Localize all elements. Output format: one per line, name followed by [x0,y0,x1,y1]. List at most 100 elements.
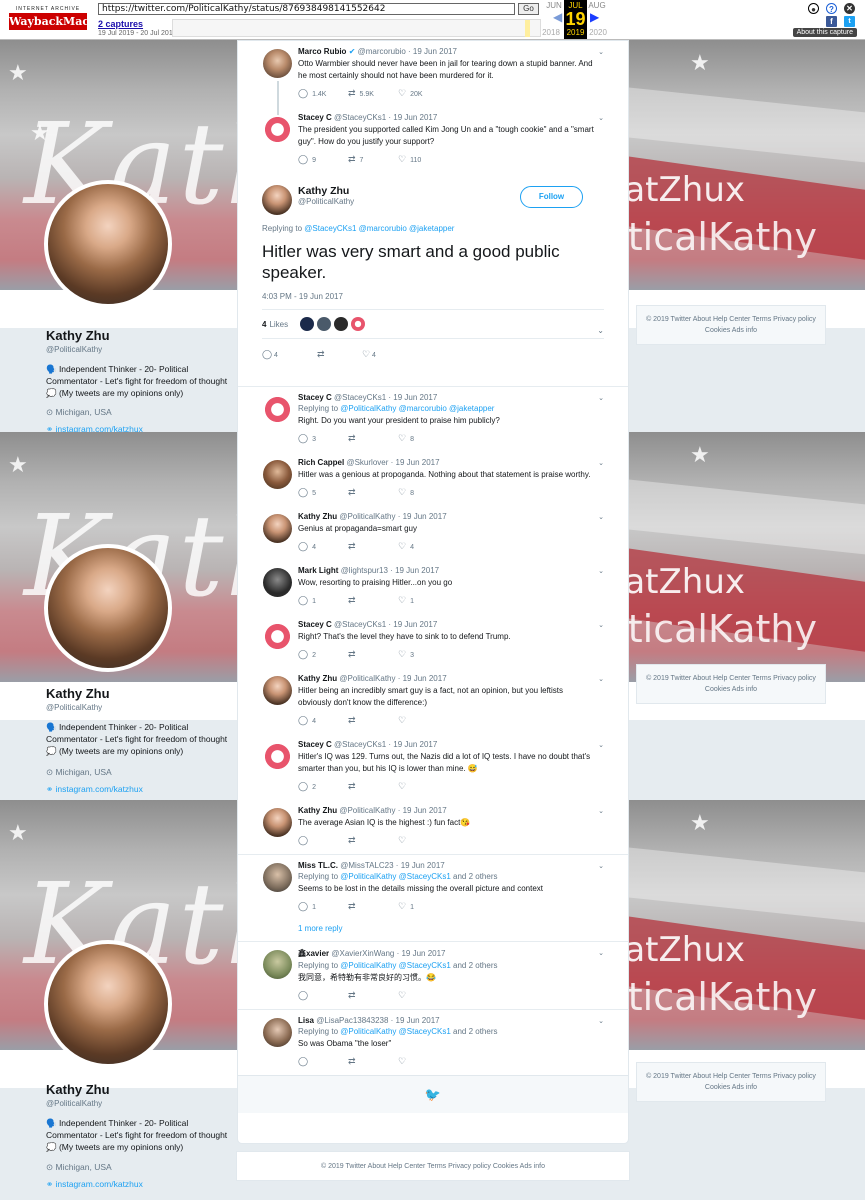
liker-avatar[interactable] [334,317,349,331]
reply-button[interactable]: ◯ [298,1056,348,1067]
capture-sparkline[interactable] [172,19,541,37]
like-button[interactable]: ♡ 8 [398,487,448,498]
twitter-icon[interactable]: t [844,16,855,27]
like-button[interactable]: ♡ [398,781,448,792]
next-arrow-icon[interactable]: ▶ [590,10,599,24]
tweet-handle[interactable]: @StaceyCKs1 [334,113,386,122]
tweet-date[interactable]: 19 Jun 2017 [396,1016,440,1025]
like-button[interactable]: ♡ 1 [398,595,448,606]
reply-tweet[interactable]: Rich Cappel @Skurlover · 19 Jun 2017 ⌄ Hit… [238,452,628,506]
chevron-down-icon[interactable]: ⌄ [598,741,604,749]
chevron-down-icon[interactable]: ⌄ [598,807,604,815]
tweet-author[interactable]: Kathy Zhu [298,512,337,521]
reply-button[interactable]: ◯ 4 [262,349,317,360]
replying-to-users[interactable]: @StaceyCKs1 @marcorubio @jaketapper [304,224,454,233]
tweet-handle[interactable]: @StaceyCKs1 [334,740,386,749]
retweet-button[interactable]: ⇄ [348,541,398,552]
reply-tweet[interactable]: Stacey C @StaceyCKs1 · 19 Jun 2017 ⌄ Right… [238,614,628,668]
tweet-date[interactable]: 19 Jun 2017 [393,113,437,122]
reply-tweet[interactable]: Stacey C @StaceyCKs1 · 19 Jun 2017 ⌄ Reply… [238,387,628,452]
tweet-author[interactable]: Stacey C [298,393,332,402]
retweet-button[interactable]: ⇄ [348,781,398,792]
tweet-author[interactable]: Stacey C [298,740,332,749]
help-icon[interactable]: ? [826,3,837,14]
tweet-handle[interactable]: @MissTALC23 [340,861,393,870]
tweet-handle[interactable]: @LisaPac13843238 [316,1016,388,1025]
reply-tweet[interactable]: Kathy Zhu @PoliticalKathy · 19 Jun 2017 ⌄… [238,668,628,734]
tweet-handle[interactable]: @PoliticalKathy [339,512,395,521]
likes-label[interactable]: Likes [269,320,288,329]
chevron-down-icon[interactable]: ⌄ [597,326,604,335]
like-button[interactable]: ♡ 1 [398,901,448,912]
profile-handle[interactable]: @PoliticalKathy [46,703,102,712]
retweet-button[interactable]: ⇄ [348,649,398,660]
like-button[interactable]: ♡ [398,715,448,726]
reply-button[interactable]: ◯ 1 [298,901,348,912]
tweet-author[interactable]: Rich Cappel [298,458,344,467]
profile-link-text[interactable]: instagram.com/katzhux [55,784,142,794]
avatar[interactable] [263,395,292,424]
profile-handle[interactable]: @PoliticalKathy [46,345,102,354]
liker-avatar[interactable] [351,317,366,331]
facebook-icon[interactable]: f [826,16,837,27]
reply-tweet[interactable]: Mark Light @lightspur13 · 19 Jun 2017 ⌄ Wo… [238,560,628,614]
avatar[interactable] [263,863,292,892]
retweet-button[interactable]: ⇄ [348,1056,398,1067]
retweet-button[interactable]: ⇄ [317,349,362,360]
tweet-date[interactable]: 19 Jun 2017 [401,861,445,870]
profile-avatar[interactable] [44,940,172,1068]
tweet-handle[interactable]: @Skurlover [346,458,388,467]
reply-tweet[interactable]: 鑫xavier @XavierXinWang · 19 Jun 2017 ⌄ Rep… [238,942,628,1009]
liker-avatar[interactable] [300,317,315,331]
reply-button[interactable]: ◯ [298,835,348,846]
reply-tweet[interactable]: Miss TL.C. @MissTALC23 · 19 Jun 2017 ⌄ Rep… [238,855,628,920]
avatar[interactable] [263,568,292,597]
url-input[interactable]: https://twitter.com/PoliticalKathy/statu… [98,3,515,15]
tweet-date[interactable]: 19 Jun 2017 [393,740,437,749]
tweet-date[interactable]: 19 Jun 2017 [401,949,445,958]
replying-to-users[interactable]: @PoliticalKathy @StaceyCKs1 [340,1027,451,1036]
prev-arrow-icon[interactable]: ◀ [553,10,562,24]
retweet-button[interactable]: ⇄ 7 [348,154,398,165]
profile-footer[interactable]: © 2019 Twitter About Help Center Terms P… [636,305,826,345]
reply-tweet[interactable]: Kathy Zhu @PoliticalKathy · 19 Jun 2017 ⌄… [238,800,628,854]
chevron-down-icon[interactable]: ⌄ [598,949,604,957]
avatar[interactable] [263,460,292,489]
tweet-author[interactable]: Kathy Zhu [298,806,337,815]
chevron-down-icon[interactable]: ⌄ [598,513,604,521]
chevron-down-icon[interactable]: ⌄ [598,459,604,467]
like-button[interactable]: ♡ [398,990,448,1001]
like-button[interactable]: ♡ 110 [398,154,448,165]
tweet-date[interactable]: 19 Jun 2017 [403,512,447,521]
reply-tweet[interactable]: Lisa @LisaPac13843238 · 19 Jun 2017 ⌄ Repl… [238,1010,628,1075]
ancestor-tweet[interactable]: Stacey C @StaceyCKs1 · 19 Jun 2017 ⌄ The… [238,107,628,173]
reply-button[interactable]: ◯ 9 [298,154,348,165]
replying-more[interactable]: and 2 others [453,1027,497,1036]
chevron-down-icon[interactable]: ⌄ [598,48,604,56]
profile-link-text[interactable]: instagram.com/katzhux [55,1179,142,1189]
tweet-date[interactable]: 19 Jun 2017 [396,458,440,467]
avatar[interactable] [263,742,292,771]
retweet-button[interactable]: ⇄ [348,901,398,912]
replying-more[interactable]: and 2 others [453,872,497,881]
prev-month[interactable]: JUN [544,1,564,10]
tweet-handle[interactable]: @marcorubio [358,47,406,56]
reply-tweet[interactable]: Stacey C @StaceyCKs1 · 19 Jun 2017 ⌄ Hitle… [238,734,628,800]
like-button[interactable]: ♡ 4 [398,541,448,552]
tweet-date[interactable]: 19 Jun 2017 [403,806,447,815]
reply-tweet[interactable]: Kathy Zhu @PoliticalKathy · 19 Jun 2017 ⌄… [238,506,628,560]
profile-handle[interactable]: @PoliticalKathy [46,1099,102,1108]
chevron-down-icon[interactable]: ⌄ [598,1017,604,1025]
like-button[interactable]: ♡ 20K [398,88,448,99]
tweet-handle[interactable]: @PoliticalKathy [339,806,395,815]
retweet-button[interactable]: ⇄ [348,433,398,444]
profile-footer[interactable]: © 2019 Twitter About Help Center Terms P… [636,1062,826,1102]
reply-button[interactable]: ◯ 1 [298,595,348,606]
like-button[interactable]: ♡ 3 [398,649,448,660]
page-footer[interactable]: © 2019 Twitter About Help Center Terms P… [236,1151,630,1181]
reply-button[interactable]: ◯ 2 [298,781,348,792]
chevron-down-icon[interactable]: ⌄ [598,567,604,575]
likes-count[interactable]: 4 [262,320,266,329]
profile-link[interactable]: ⚭ instagram.com/katzhux [46,784,143,795]
replying-to-users[interactable]: @PoliticalKathy @marcorubio @jaketapper [340,404,494,413]
